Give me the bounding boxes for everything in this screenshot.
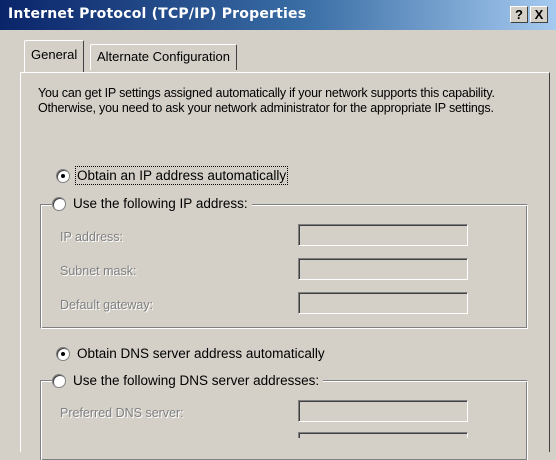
radio-unchecked-icon xyxy=(52,373,66,388)
radio-checked-icon xyxy=(56,168,70,183)
use-following-dns-label: Use the following DNS server addresses: xyxy=(73,373,320,388)
alternate-dns-input[interactable] xyxy=(298,432,468,438)
default-gateway-label: Default gateway: xyxy=(60,298,154,312)
title-bar[interactable]: Internet Protocol (TCP/IP) Properties ? … xyxy=(0,0,556,30)
description-text: You can get IP settings assigned automat… xyxy=(38,86,495,115)
subnet-mask-label: Subnet mask: xyxy=(60,264,137,278)
use-following-dns-radio[interactable]: Use the following DNS server addresses: xyxy=(52,373,324,388)
obtain-ip-automatically-label: Obtain an IP address automatically xyxy=(74,166,289,185)
ip-address-input[interactable] xyxy=(298,224,468,246)
use-following-ip-radio[interactable]: Use the following IP address: xyxy=(52,196,252,211)
default-gateway-input[interactable] xyxy=(298,292,468,314)
radio-unchecked-icon xyxy=(52,196,66,211)
subnet-mask-input[interactable] xyxy=(298,258,468,280)
obtain-ip-automatically-radio[interactable]: Obtain an IP address automatically xyxy=(56,166,289,185)
preferred-dns-label: Preferred DNS server: xyxy=(60,406,184,420)
use-following-ip-label: Use the following IP address: xyxy=(73,196,248,211)
tab-alternate-configuration[interactable]: Alternate Configuration xyxy=(90,44,237,70)
obtain-dns-automatically-label: Obtain DNS server address automatically xyxy=(77,346,325,361)
close-button[interactable]: X xyxy=(530,6,548,23)
tab-general[interactable]: General xyxy=(24,40,85,72)
radio-checked-icon xyxy=(56,346,70,361)
preferred-dns-input[interactable] xyxy=(298,400,468,422)
ip-address-label: IP address: xyxy=(60,230,124,244)
help-button[interactable]: ? xyxy=(510,6,528,23)
obtain-dns-automatically-radio[interactable]: Obtain DNS server address automatically xyxy=(56,346,325,361)
window-title: Internet Protocol (TCP/IP) Properties xyxy=(8,6,307,22)
